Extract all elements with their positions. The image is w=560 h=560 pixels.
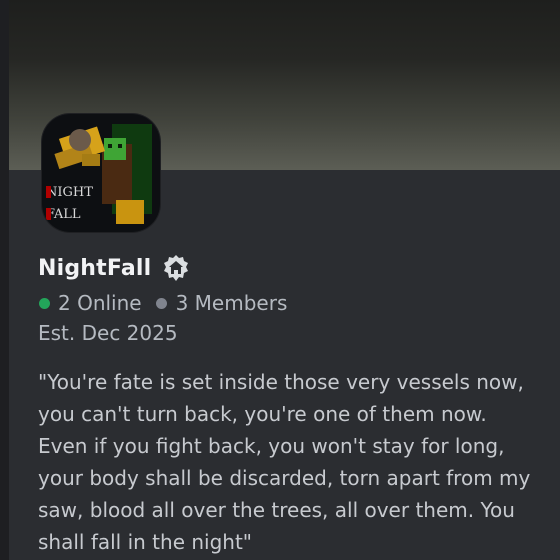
established-date: Est. Dec 2025 [38,321,178,345]
server-name: NightFall [38,255,152,281]
server-profile-card: NIGHT FALL NightFall 2 Online 3 Members … [9,0,560,560]
home-icon[interactable] [162,254,190,282]
member-count: 3 Members [175,291,288,315]
icon-text-line1: NIGHT [46,185,93,200]
server-icon[interactable]: NIGHT FALL [42,114,160,232]
server-name-row: NightFall [38,250,190,286]
online-status-dot [39,297,50,309]
icon-text-line2: FALL [46,207,81,222]
server-description: "You're fate is set inside those very ve… [38,370,531,554]
server-stats: 2 Online 3 Members [39,288,287,318]
server-icon-art: NIGHT FALL [42,114,160,232]
members-status-dot [155,297,167,309]
online-count: 2 Online [58,291,142,315]
